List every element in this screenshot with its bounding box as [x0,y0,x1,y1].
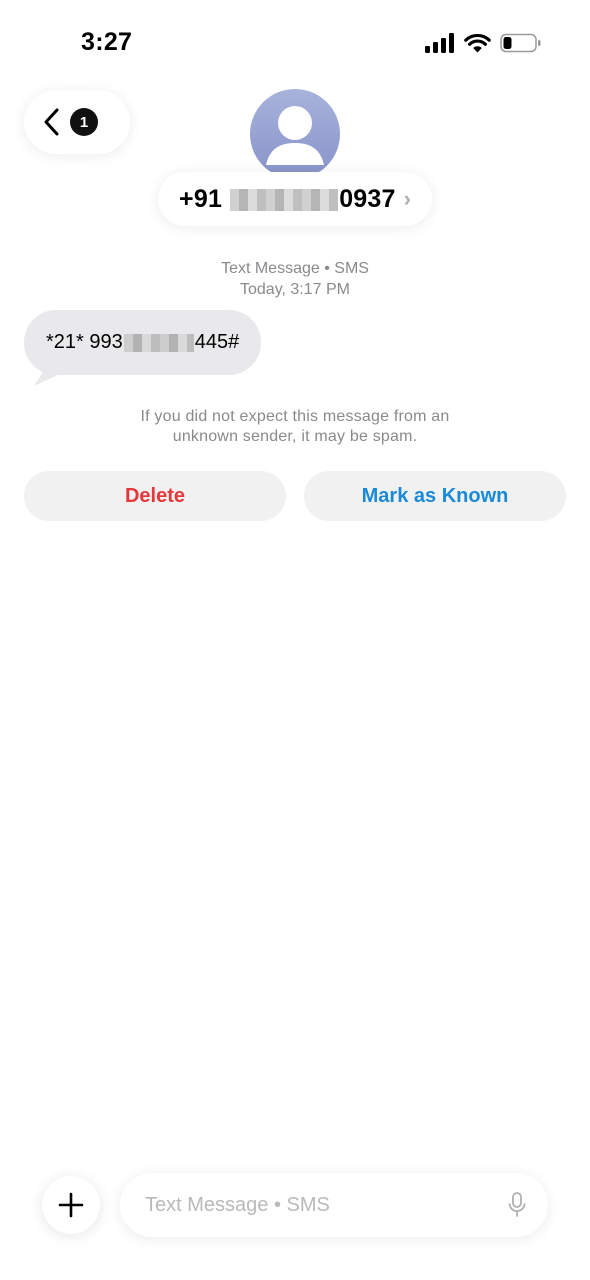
spam-notice: If you did not expect this message from … [95,407,495,447]
contact-avatar[interactable] [250,89,340,179]
message-input[interactable] [145,1193,508,1217]
status-bar: 3:27 [0,0,590,90]
signal-icon [425,33,454,53]
message-text-prefix: *21* 993 [46,331,123,353]
message-composer[interactable] [120,1173,548,1237]
delete-button[interactable]: Delete [24,471,286,521]
spam-notice-line-1: If you did not expect this message from … [140,408,450,425]
message-timestamp: Today, 3:17 PM [240,281,350,298]
chevron-left-icon [44,108,59,136]
incoming-message-bubble[interactable]: *21* 993 445# [24,310,262,375]
chevron-right-icon: › [403,186,411,211]
redacted-digits [123,333,194,352]
message-text: *21* 993 445# [46,331,239,354]
status-time: 3:27 [81,28,133,56]
person-silhouette-icon [266,106,324,165]
contact-header-button[interactable]: +91 0937 › [158,172,432,226]
battery-icon [500,33,541,53]
back-button[interactable]: 1 [24,90,130,154]
status-icons [425,33,542,53]
redacted-digits [230,188,339,211]
spam-notice-line-2: unknown sender, it may be spam. [172,428,418,445]
mark-as-known-button[interactable]: Mark as Known [304,471,566,521]
wifi-icon [464,33,491,53]
add-attachment-button[interactable] [42,1176,100,1234]
contact-name-prefix: +91 [179,184,230,213]
service-label: Text Message • SMS [221,260,369,277]
plus-icon [58,1192,84,1218]
thread-meta: Text Message • SMS Today, 3:17 PM [0,258,590,300]
contact-name: +91 0937 [179,185,396,214]
message-text-suffix: 445# [194,331,240,353]
contact-name-suffix: 0937 [339,184,396,213]
microphone-icon[interactable] [508,1192,526,1218]
unread-count-badge: 1 [70,108,98,136]
